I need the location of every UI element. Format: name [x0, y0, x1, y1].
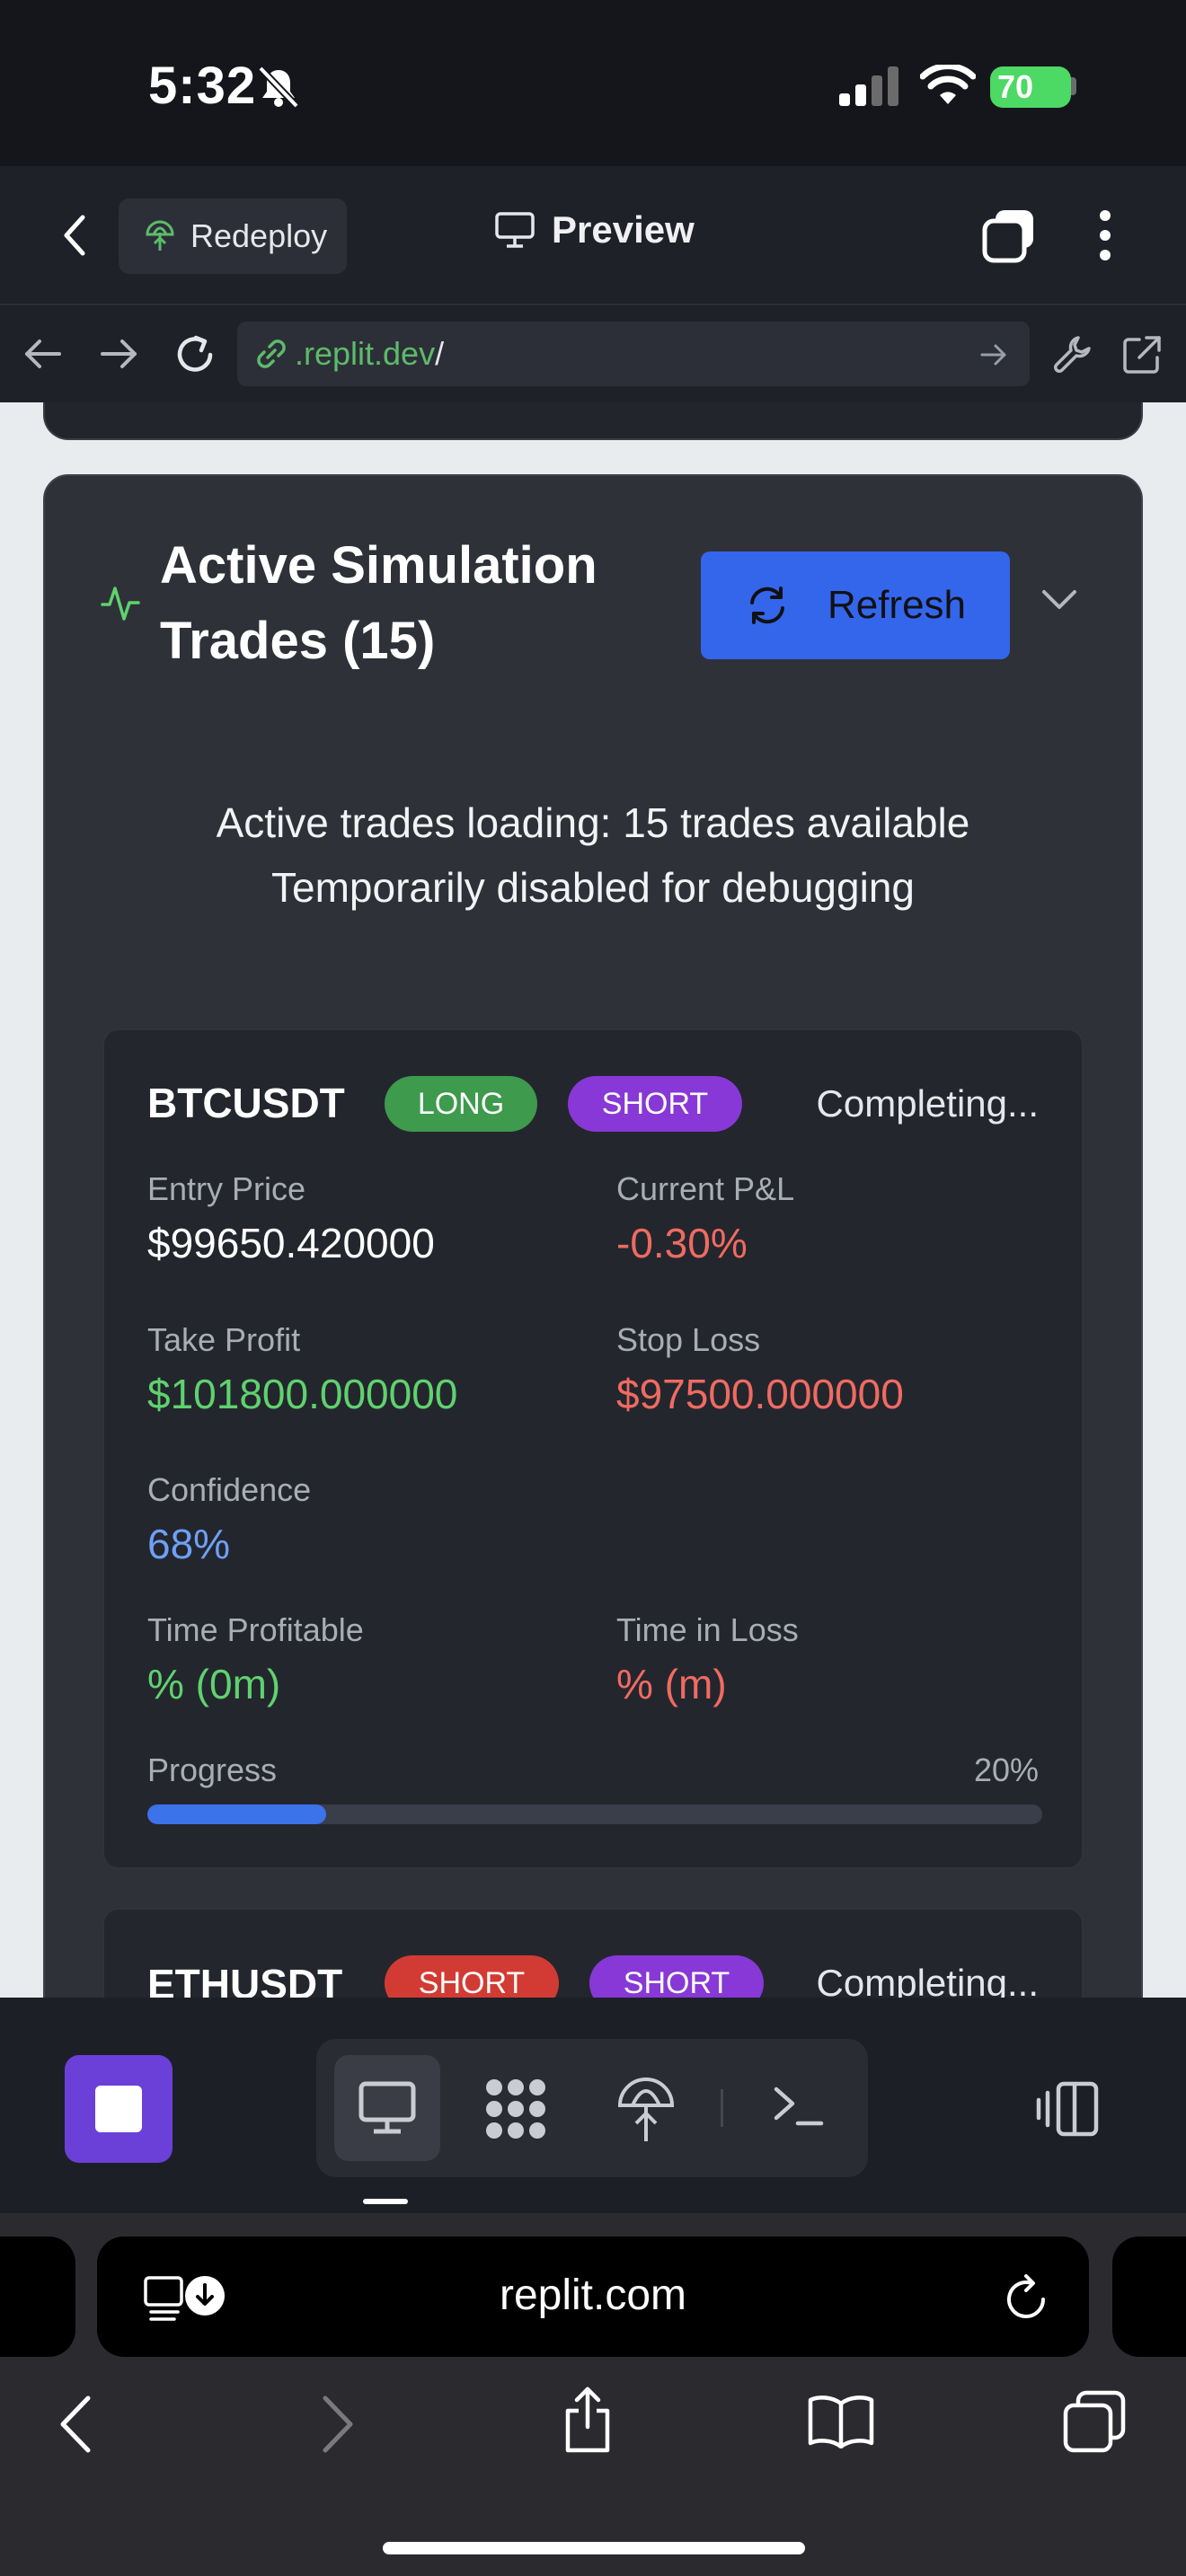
progress-percent: 20% — [973, 1751, 1039, 1788]
url-domain: .replit.dev — [295, 335, 436, 372]
direction-badge: SHORT — [568, 1076, 742, 1132]
bell-slash-icon — [258, 66, 299, 109]
stop-loss-label: Stop Loss — [616, 1321, 761, 1358]
tabs-switcher-icon[interactable] — [981, 207, 1039, 264]
safari-forward-icon[interactable] — [320, 2395, 356, 2454]
safari-prev-tab[interactable] — [0, 2236, 75, 2357]
refresh-label: Refresh — [827, 583, 967, 627]
refresh-button[interactable]: Refresh — [701, 551, 1010, 659]
confidence-label: Confidence — [147, 1471, 312, 1508]
loading-notice: Active trades loading: 15 trades availab… — [126, 790, 1060, 920]
deploy-icon — [146, 220, 174, 251]
wifi-icon — [920, 65, 976, 104]
progress-bar — [147, 1804, 1042, 1824]
monitor-icon — [495, 212, 535, 248]
monitor-icon — [358, 2081, 416, 2134]
battery-indicator: 70 — [990, 66, 1071, 108]
previous-card — [43, 402, 1143, 440]
pnl-value: -0.30% — [616, 1220, 748, 1266]
redeploy-label: Redeploy — [190, 217, 328, 254]
time-in-loss-value: % (m) — [616, 1661, 727, 1707]
preview-label: Preview — [552, 208, 695, 251]
cellular-signal-icon — [839, 66, 898, 106]
safari-back-icon[interactable] — [58, 2395, 93, 2454]
trade-card: BTCUSDT LONG SHORT Completing... Entry P… — [102, 1028, 1084, 1869]
more-vertical-icon[interactable] — [1093, 208, 1118, 262]
chevron-down-icon[interactable] — [1040, 588, 1078, 612]
reload-icon[interactable] — [1005, 2272, 1049, 2323]
take-profit-value: $101800.000000 — [147, 1371, 458, 1417]
status-time: 5:32 — [148, 57, 257, 115]
tab-divider — [721, 2089, 723, 2127]
battery-cap — [1071, 77, 1076, 95]
trade-status: Completing... — [816, 1082, 1039, 1125]
time-in-loss-label: Time in Loss — [616, 1611, 799, 1648]
deploy-icon[interactable] — [616, 2073, 676, 2143]
entry-price-label: Entry Price — [147, 1170, 306, 1207]
open-external-icon[interactable] — [1120, 332, 1164, 377]
url-input[interactable]: .replit.dev / — [237, 322, 1030, 386]
safari-next-tab[interactable] — [1112, 2236, 1186, 2357]
card-title: Active Simulation Trades (15) — [160, 528, 663, 679]
url-go-arrow-icon[interactable] — [979, 343, 1008, 366]
card-title-line2: Trades (15) — [160, 612, 436, 670]
bookmarks-icon[interactable] — [807, 2395, 875, 2448]
split-panel-icon[interactable] — [1035, 2080, 1100, 2138]
apps-grid-icon[interactable] — [482, 2075, 550, 2143]
stop-icon — [95, 2086, 142, 2132]
take-profit-label: Take Profit — [147, 1321, 301, 1358]
trade-symbol: BTCUSDT — [147, 1080, 345, 1126]
reload-icon[interactable] — [173, 332, 217, 377]
preview-tab[interactable]: Preview — [494, 208, 695, 251]
url-path: / — [435, 335, 445, 372]
redeploy-button[interactable]: Redeploy — [119, 198, 347, 274]
direction-badge: LONG — [385, 1076, 537, 1132]
terminal-icon[interactable] — [771, 2084, 825, 2129]
devtools-wrench-icon[interactable] — [1051, 332, 1094, 375]
notice-line2: Temporarily disabled for debugging — [271, 864, 915, 911]
pnl-label: Current P&L — [616, 1170, 795, 1207]
safari-domain: replit.com — [499, 2272, 687, 2319]
nav-back-icon[interactable] — [23, 338, 63, 370]
nav-forward-icon[interactable] — [99, 338, 138, 370]
activity-icon — [101, 587, 140, 621]
refresh-icon — [749, 587, 784, 624]
entry-price-value: $99650.420000 — [147, 1220, 435, 1266]
tabs-icon[interactable] — [1062, 2389, 1127, 2454]
progress-fill — [147, 1804, 327, 1824]
share-icon[interactable] — [561, 2386, 615, 2454]
stop-loss-value: $97500.000000 — [616, 1371, 904, 1417]
time-profitable-label: Time Profitable — [147, 1611, 364, 1648]
home-indicator — [383, 2542, 805, 2554]
back-chevron-icon[interactable] — [61, 214, 88, 257]
time-profitable-value: % (0m) — [147, 1661, 281, 1707]
sheet-grabber — [363, 2199, 408, 2204]
progress-label: Progress — [147, 1751, 278, 1788]
confidence-value: 68% — [147, 1521, 231, 1567]
link-icon — [257, 340, 286, 368]
notice-line1: Active trades loading: 15 trades availab… — [216, 799, 970, 846]
card-title-line1: Active Simulation — [160, 536, 597, 595]
